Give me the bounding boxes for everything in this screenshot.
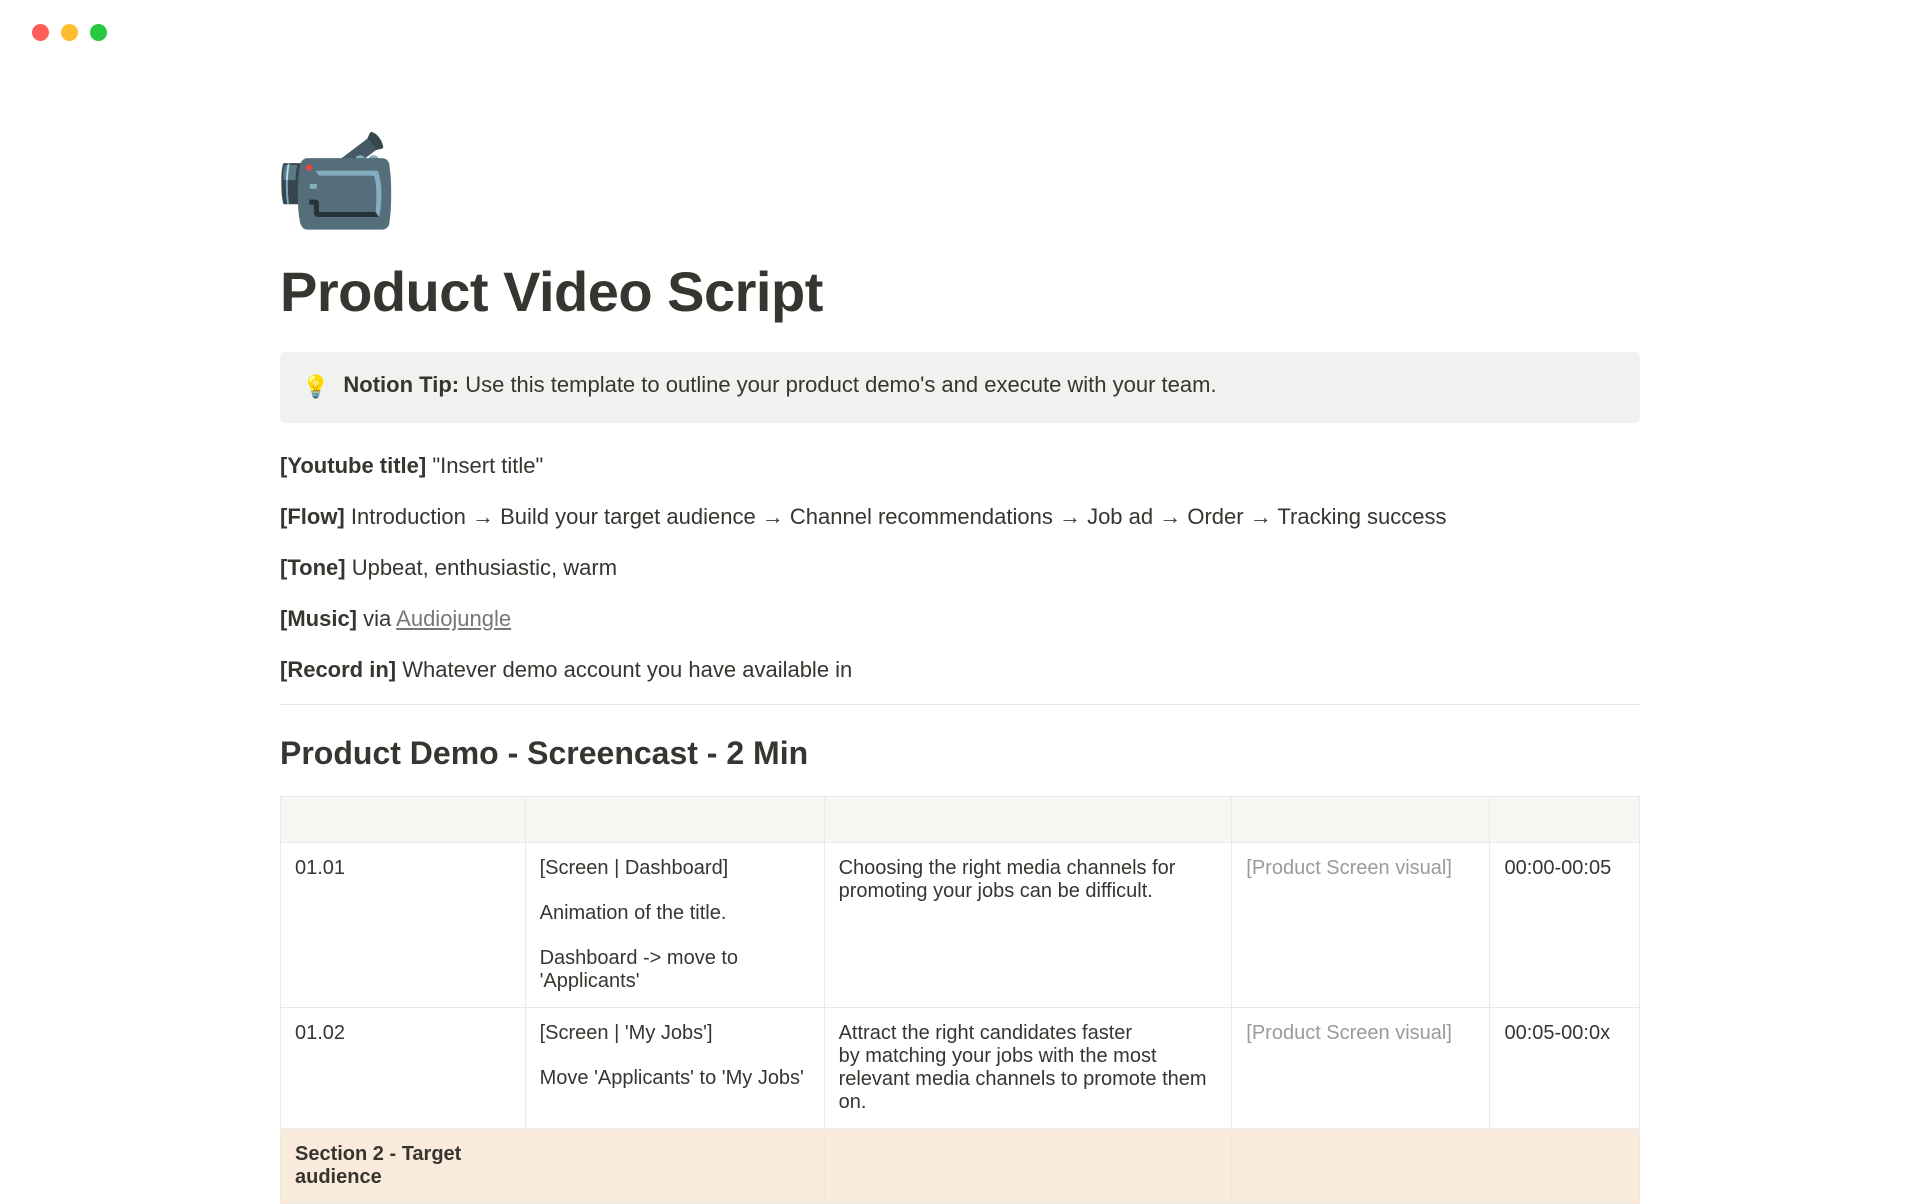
- desc-line: by matching your jobs with the most rele…: [839, 1045, 1218, 1114]
- flow-label: [Flow]: [280, 504, 345, 529]
- lightbulb-icon: 💡: [302, 372, 329, 403]
- table-header-cell[interactable]: [1490, 796, 1640, 842]
- record-value: Whatever demo account you have available…: [402, 657, 852, 682]
- cell-description[interactable]: Attract the right candidates faster by m…: [824, 1007, 1232, 1128]
- record-line[interactable]: [Record in] Whatever demo account you ha…: [280, 653, 1640, 686]
- cell-timestamp[interactable]: 00:00-00:05: [1490, 842, 1640, 1007]
- cell-timestamp[interactable]: 00:05-00:0x: [1490, 1007, 1640, 1128]
- page-title[interactable]: Product Video Script: [280, 259, 1640, 324]
- music-via: via: [363, 606, 391, 631]
- scene-line: Animation of the title.: [540, 902, 810, 925]
- music-line[interactable]: [Music] via Audiojungle: [280, 602, 1640, 635]
- record-label: [Record in]: [280, 657, 396, 682]
- scene-line: [Screen | 'My Jobs']: [540, 1022, 810, 1045]
- meta-block[interactable]: [Youtube title] "Insert title" [Flow] In…: [280, 449, 1640, 686]
- table-header-cell[interactable]: [525, 796, 824, 842]
- cell-id[interactable]: 01.01: [281, 842, 526, 1007]
- page-content: 📹 Product Video Script 💡 Notion Tip: Use…: [150, 41, 1770, 1204]
- cell-visual[interactable]: [Product Screen visual]: [1232, 1007, 1490, 1128]
- minimize-window-button[interactable]: [61, 24, 78, 41]
- desc-line: Attract the right candidates faster: [839, 1022, 1218, 1045]
- flow-value: Introduction → Build your target audienc…: [351, 504, 1447, 529]
- table-header-cell[interactable]: [1232, 796, 1490, 842]
- section-cell[interactable]: [525, 1128, 824, 1203]
- cell-visual[interactable]: [Product Screen visual]: [1232, 842, 1490, 1007]
- section-heading[interactable]: Product Demo - Screencast - 2 Min: [280, 735, 1640, 772]
- youtube-title-line[interactable]: [Youtube title] "Insert title": [280, 449, 1640, 482]
- cell-scene[interactable]: [Screen | Dashboard] Animation of the ti…: [525, 842, 824, 1007]
- section-cell[interactable]: [1232, 1128, 1490, 1203]
- scene-line: Move 'Applicants' to 'My Jobs': [540, 1067, 810, 1090]
- youtube-label: [Youtube title]: [280, 453, 426, 478]
- table-header-cell[interactable]: [824, 796, 1232, 842]
- tip-body: Use this template to outline your produc…: [465, 372, 1216, 397]
- scene-line: [Screen | Dashboard]: [540, 857, 810, 880]
- section-cell[interactable]: [824, 1128, 1232, 1203]
- window-controls: [0, 0, 1920, 41]
- tone-line[interactable]: [Tone] Upbeat, enthusiastic, warm: [280, 551, 1640, 584]
- page-icon[interactable]: 📹: [274, 131, 1640, 231]
- table-section-row[interactable]: Section 2 - Target audience: [281, 1128, 1640, 1203]
- section-cell[interactable]: [1490, 1128, 1640, 1203]
- tone-value: Upbeat, enthusiastic, warm: [352, 555, 617, 580]
- maximize-window-button[interactable]: [90, 24, 107, 41]
- cell-id[interactable]: 01.02: [281, 1007, 526, 1128]
- scene-line: Dashboard -> move to 'Applicants': [540, 947, 810, 993]
- flow-line[interactable]: [Flow] Introduction → Build your target …: [280, 500, 1640, 533]
- close-window-button[interactable]: [32, 24, 49, 41]
- cell-scene[interactable]: [Screen | 'My Jobs'] Move 'Applicants' t…: [525, 1007, 824, 1128]
- music-link[interactable]: Audiojungle: [396, 606, 511, 631]
- music-label: [Music]: [280, 606, 357, 631]
- callout-text: Notion Tip: Use this template to outline…: [343, 372, 1216, 398]
- tip-label: Notion Tip:: [343, 372, 459, 397]
- table-header-cell[interactable]: [281, 796, 526, 842]
- table-row[interactable]: 01.01 [Screen | Dashboard] Animation of …: [281, 842, 1640, 1007]
- cell-description[interactable]: Choosing the right media channels for pr…: [824, 842, 1232, 1007]
- table-row[interactable]: 01.02 [Screen | 'My Jobs'] Move 'Applica…: [281, 1007, 1640, 1128]
- youtube-value: "Insert title": [432, 453, 543, 478]
- table-header-row: [281, 796, 1640, 842]
- script-table[interactable]: 01.01 [Screen | Dashboard] Animation of …: [280, 796, 1640, 1204]
- tip-callout[interactable]: 💡 Notion Tip: Use this template to outli…: [280, 352, 1640, 423]
- section-label-cell[interactable]: Section 2 - Target audience: [281, 1128, 526, 1203]
- divider: [280, 704, 1640, 705]
- tone-label: [Tone]: [280, 555, 346, 580]
